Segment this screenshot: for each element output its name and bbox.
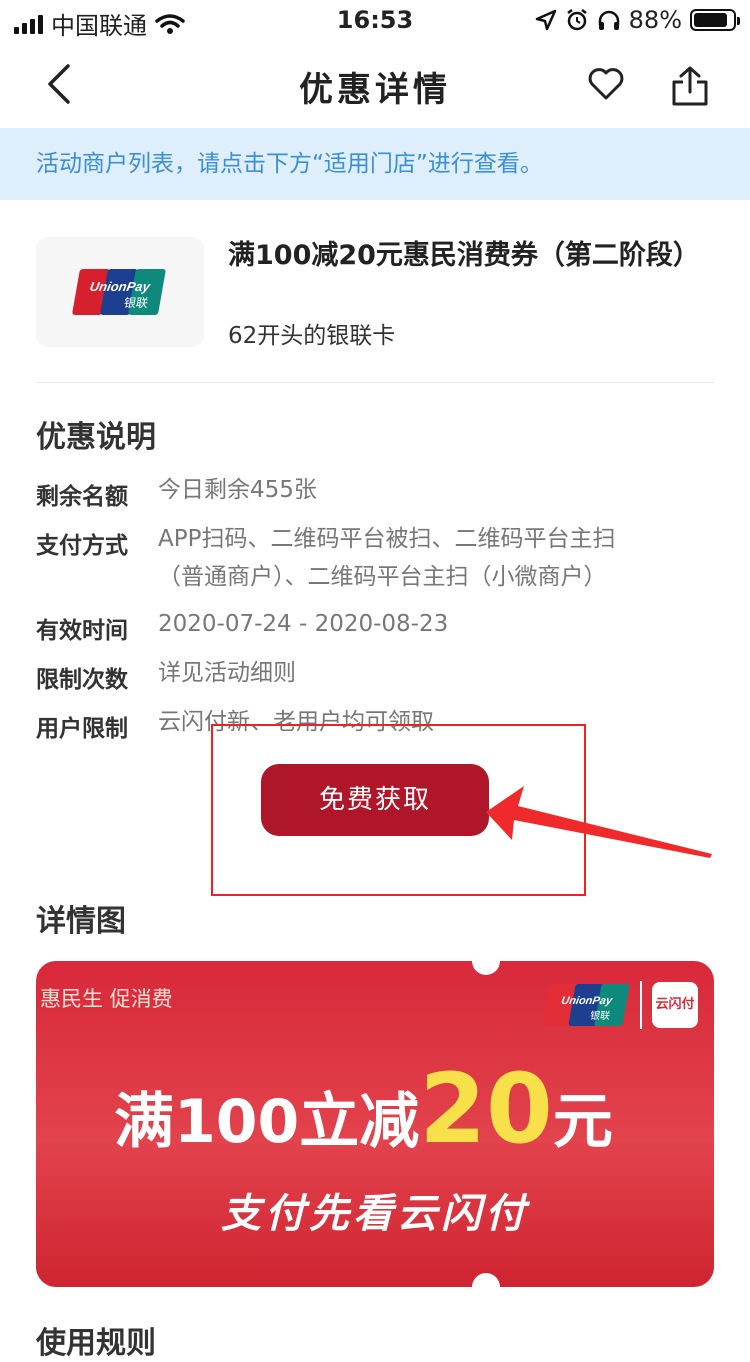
row-value-payment-line2: （普通商户）、二维码平台主扫（小微商户） — [158, 564, 607, 590]
banner-headline: 满100立减20元 — [114, 1053, 613, 1165]
banner-headline-prefix: 满100立减 — [114, 1087, 420, 1157]
details-section-title: 详情图 — [36, 904, 126, 939]
banner-notch — [472, 961, 500, 975]
claim-button[interactable]: 免费获取 — [261, 764, 489, 836]
svg-text:UnionPay: UnionPay — [560, 995, 614, 1007]
location-icon — [535, 9, 556, 31]
banner-tagline: 支付先看云闪付 — [221, 1190, 529, 1237]
row-label-limit: 限制次数 — [36, 667, 128, 693]
row-value-limit: 详见活动细则 — [158, 660, 296, 686]
svg-text:银联: 银联 — [589, 1009, 611, 1022]
alarm-icon — [566, 9, 587, 31]
details-banner: 惠民生 促消费 UnionPay 银联 云闪付 满100立减20元 支付先看云闪… — [36, 961, 714, 1287]
svg-text:UnionPay: UnionPay — [89, 279, 152, 294]
annotation-arrow-icon — [486, 786, 712, 858]
status-right: 88% — [535, 6, 740, 34]
offer-section-title: 优惠说明 — [36, 420, 156, 455]
battery-percent: 88% — [628, 6, 682, 34]
ysf-logo: 云闪付 — [652, 982, 698, 1028]
battery-icon — [690, 9, 740, 31]
logo-divider — [640, 981, 642, 1029]
battery-fill — [694, 13, 727, 27]
heart-icon[interactable] — [586, 64, 626, 104]
banner-notch — [472, 1273, 500, 1287]
page-title: 优惠详情 — [299, 70, 451, 110]
coupon-title: 满100减20元惠民消费券（第二阶段） — [228, 240, 700, 271]
row-label-valid: 有效时间 — [36, 618, 128, 644]
coupon-subtitle: 62开头的银联卡 — [228, 323, 396, 349]
row-label-user: 用户限制 — [36, 716, 128, 742]
banner-logos: UnionPay 银联 云闪付 — [544, 981, 698, 1029]
row-label-payment: 支付方式 — [36, 533, 128, 559]
row-value-valid: 2020-07-24 - 2020-08-23 — [158, 611, 449, 637]
row-value-quota: 今日剩余455张 — [158, 477, 317, 503]
unionpay-logo: UnionPay 银联 — [36, 237, 204, 347]
row-label-quota: 剩余名额 — [36, 484, 128, 510]
svg-text:银联: 银联 — [123, 296, 149, 310]
nav-bar: 优惠详情 — [0, 40, 750, 128]
divider — [36, 382, 714, 383]
headphones-icon — [598, 10, 619, 30]
unionpay-logo-graphic: UnionPay 银联 — [72, 269, 166, 315]
status-bar: 中国联通 16:53 88% — [0, 0, 750, 40]
row-value-payment: APP扫码、二维码平台被扫、二维码平台主扫 — [158, 526, 616, 552]
rules-section-title: 使用规则 — [36, 1326, 156, 1361]
notice-banner: 活动商户列表，请点击下方“适用门店”进行查看。 — [0, 128, 750, 200]
banner-unionpay-logo: UnionPay 银联 — [544, 982, 630, 1028]
banner-slogan: 惠民生 促消费 — [40, 987, 173, 1011]
banner-headline-amount: 20 — [419, 1053, 553, 1165]
banner-headline-suffix: 元 — [552, 1087, 613, 1157]
share-icon[interactable] — [668, 64, 712, 108]
